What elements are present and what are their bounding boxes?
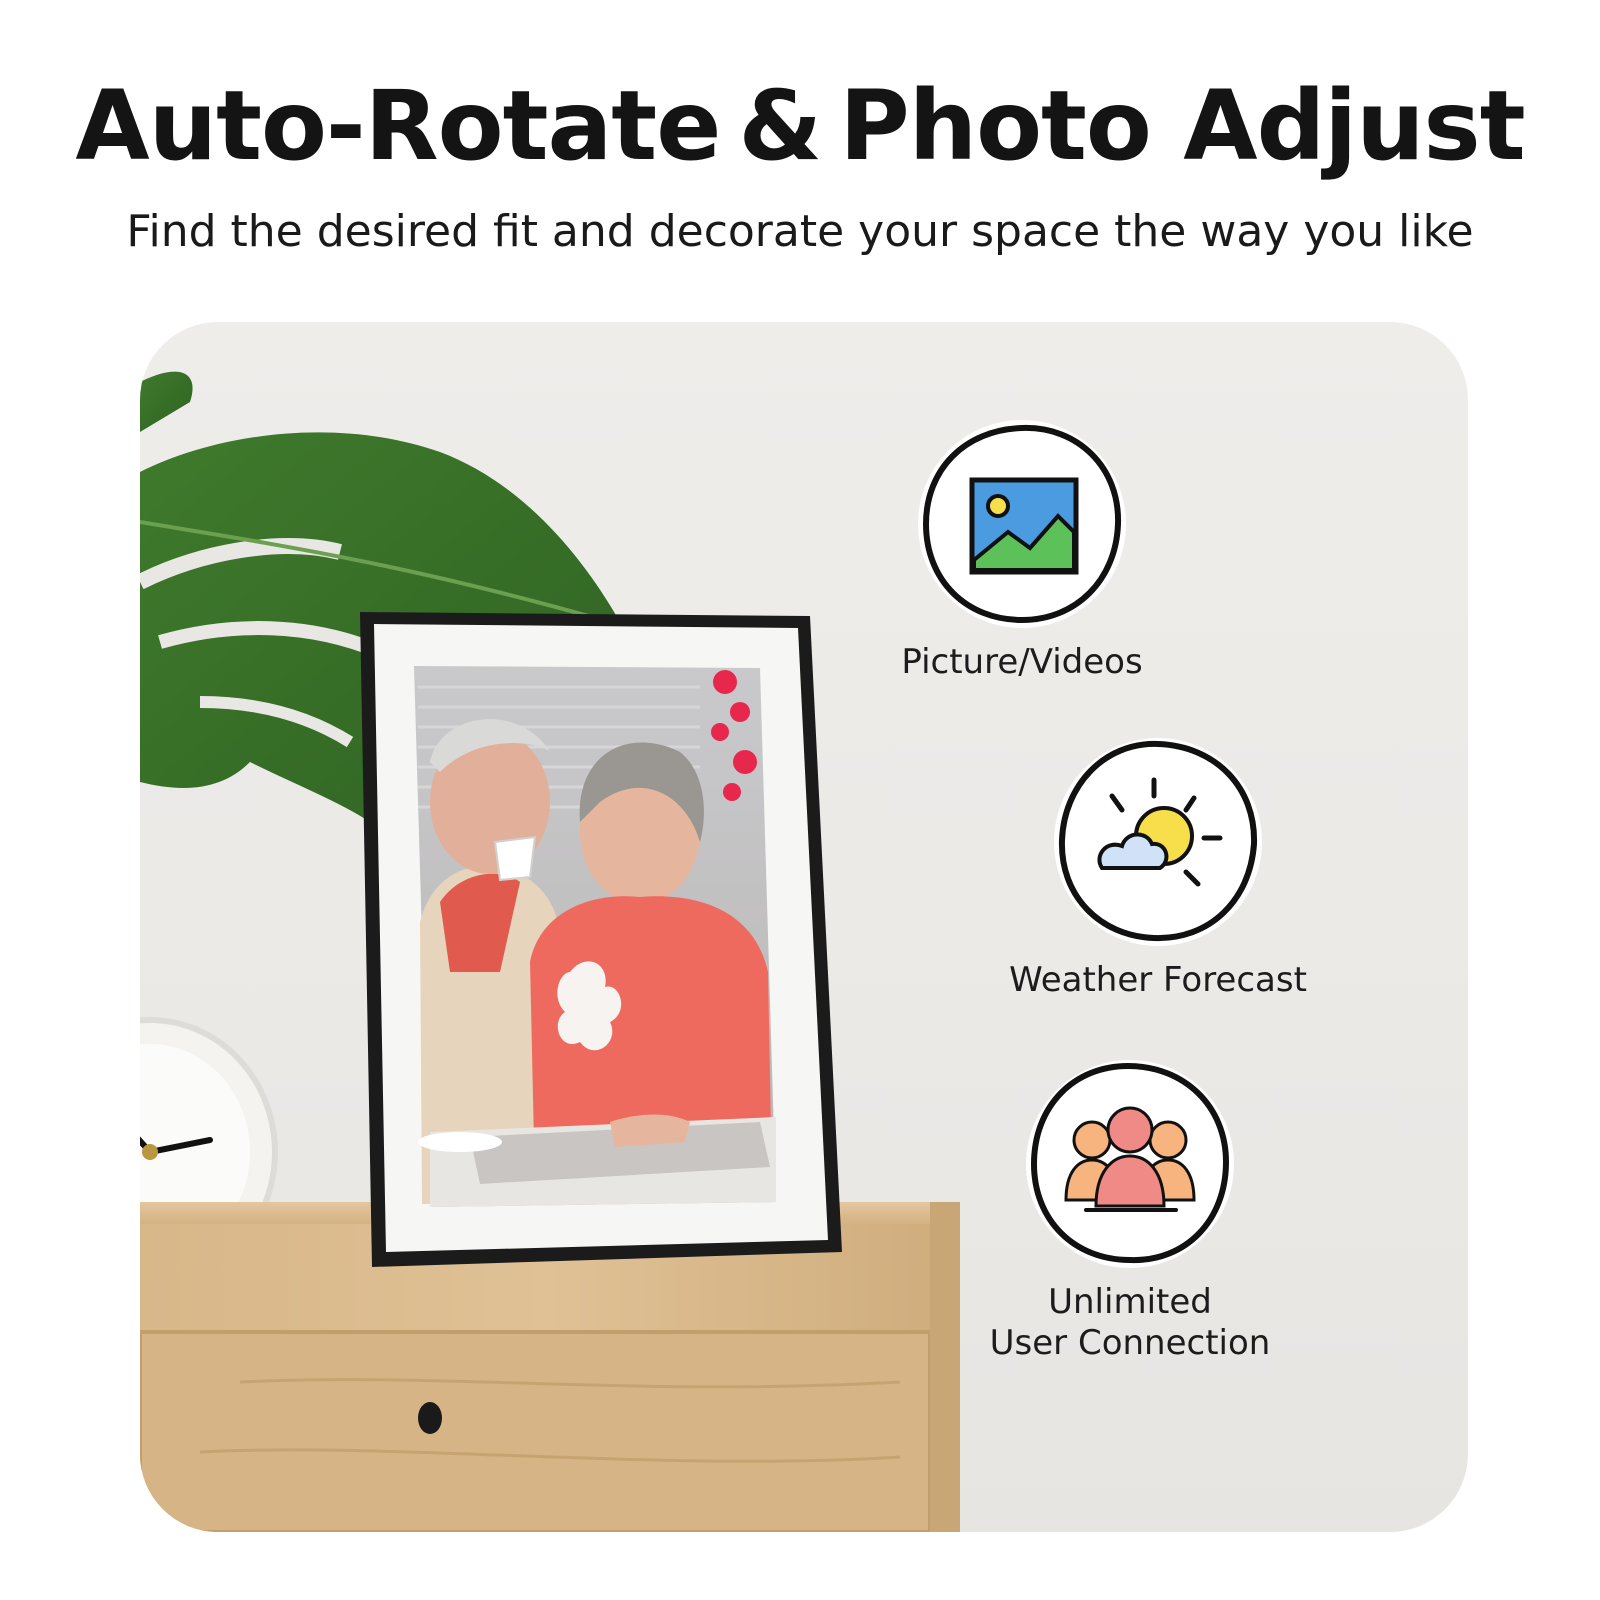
users-badge	[1026, 1060, 1234, 1268]
feature-label-line-2: User Connection	[989, 1322, 1271, 1363]
picture-frame	[360, 612, 842, 1267]
headline: Auto-Rotate & Photo Adjust	[75, 70, 1525, 182]
feature-label-weather-forecast: Weather Forecast	[1009, 960, 1307, 1000]
product-scene: Picture/Videos Weather Forecast Unlimite…	[140, 322, 1468, 1532]
feature-label-line-1: Unlimited	[1048, 1282, 1212, 1322]
feature-label-picture-videos: Picture/Videos	[901, 642, 1143, 682]
weather-icon	[1058, 740, 1258, 942]
subheadline: Find the desired fit and decorate your s…	[126, 206, 1474, 257]
weather-badge	[1054, 738, 1262, 946]
feature-label-user-connection: Unlimited User Connection	[966, 1282, 1294, 1364]
users-icon	[1030, 1062, 1230, 1264]
picture-badge	[918, 420, 1126, 628]
picture-icon	[922, 424, 1122, 624]
feature-picture-videos: Picture/Videos	[901, 420, 1143, 690]
feature-weather-forecast: Weather Forecast	[1009, 738, 1307, 1008]
feature-user-connection: Unlimited User Connection	[990, 1060, 1270, 1370]
